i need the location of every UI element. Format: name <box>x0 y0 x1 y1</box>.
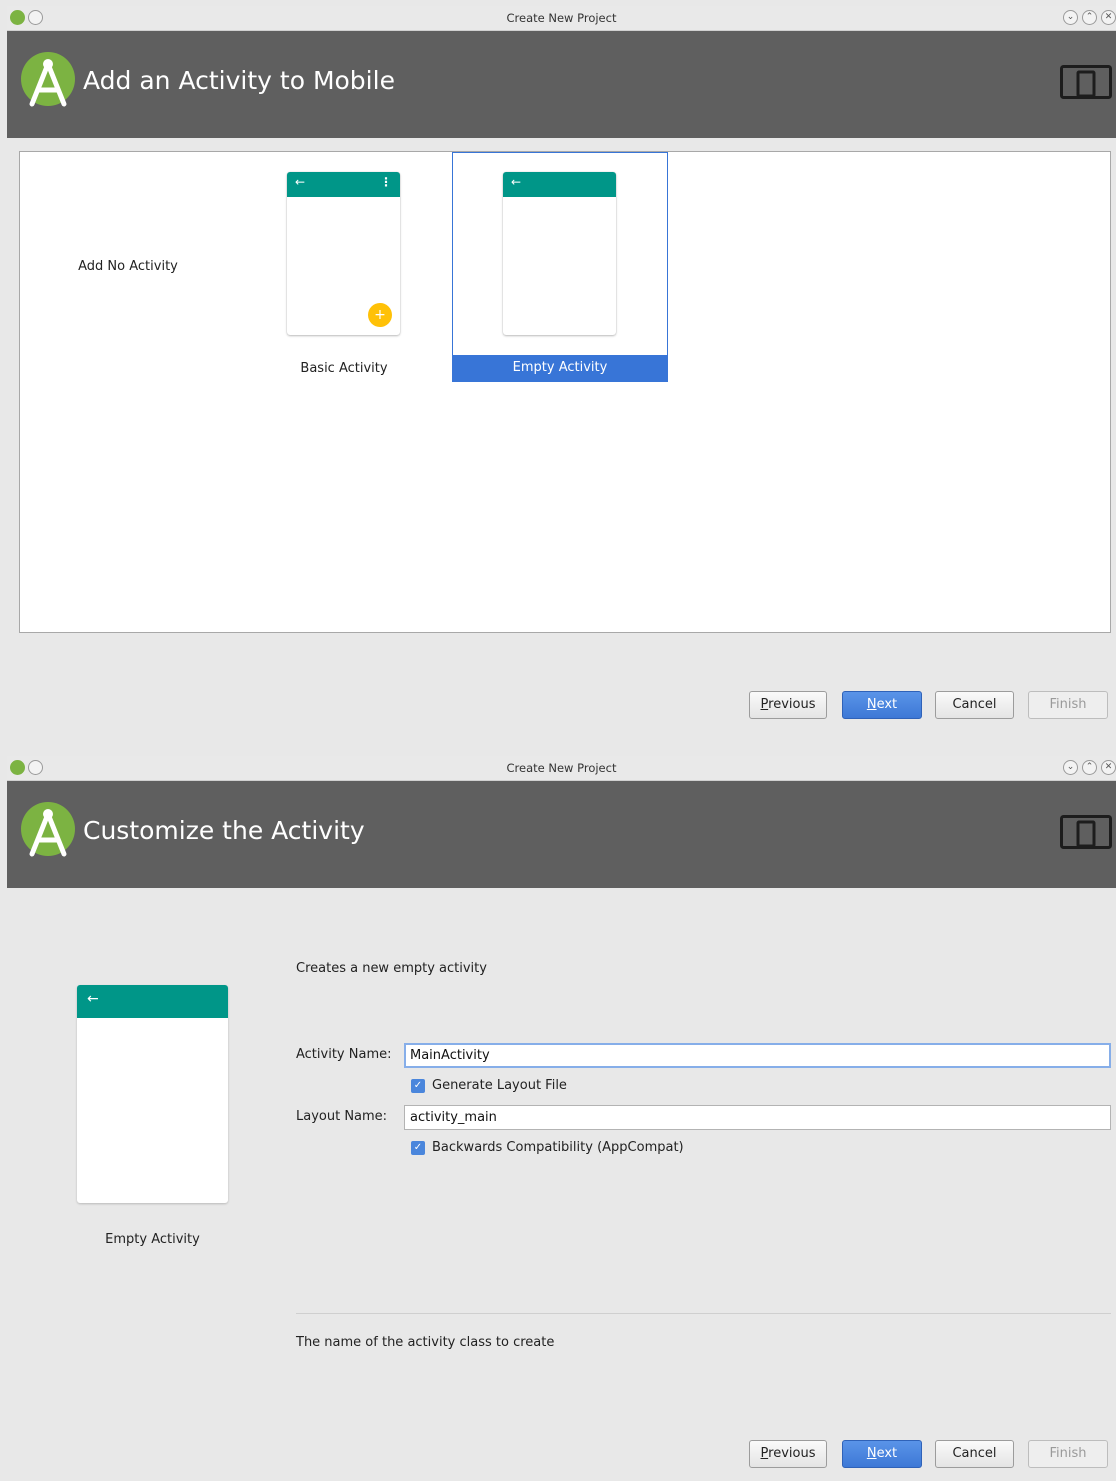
button-label: ext <box>876 1446 898 1461</box>
back-arrow-icon: ← <box>511 175 522 189</box>
window-title: Create New Project <box>506 761 617 775</box>
android-studio-logo-icon <box>21 52 75 107</box>
divider <box>296 1313 1111 1314</box>
mobile-device-icon <box>1060 815 1112 849</box>
thumbnail-app-bar: ← <box>77 985 228 1018</box>
checkbox-label: Generate Layout File <box>432 1078 567 1093</box>
title-bar-right-controls: ⌄ ⌃ ✕ <box>1063 10 1116 25</box>
mobile-device-icon <box>1060 65 1112 99</box>
activity-preview-thumbnail: ← <box>77 985 228 1203</box>
previous-button[interactable]: Previous <box>749 691 827 719</box>
backwards-compatibility-checkbox[interactable]: ✓ Backwards Compatibility (AppCompat) <box>411 1140 684 1155</box>
wizard-header-banner: Customize the Activity <box>7 781 1116 888</box>
next-button[interactable]: Next <box>842 691 922 719</box>
thumbnail-app-bar: ← <box>503 172 616 197</box>
template-label: Basic Activity <box>300 361 388 376</box>
activity-name-label: Activity Name: <box>296 1047 392 1062</box>
cancel-button[interactable]: Cancel <box>935 1440 1014 1468</box>
preview-label: Empty Activity <box>105 1232 200 1247</box>
mnemonic: N <box>866 697 877 712</box>
checkbox-label: Backwards Compatibility (AppCompat) <box>432 1140 684 1155</box>
title-bar-right-controls: ⌄ ⌃ ✕ <box>1063 760 1116 775</box>
layout-name-input[interactable] <box>404 1105 1111 1130</box>
field-help-text: The name of the activity class to create <box>296 1335 555 1350</box>
title-bar: Create New Project ⌄ ⌃ ✕ <box>7 756 1116 781</box>
close-icon[interactable]: ✕ <box>1101 10 1116 25</box>
template-tile-add-no-activity[interactable]: Add No Activity <box>21 153 235 381</box>
create-project-window-customize-activity: Create New Project ⌄ ⌃ ✕ Customize the A… <box>7 756 1116 1481</box>
maximize-icon[interactable]: ⌃ <box>1082 10 1097 25</box>
maximize-icon[interactable]: ⌃ <box>1082 760 1097 775</box>
button-label: revious <box>768 1446 816 1461</box>
template-label: Add No Activity <box>78 259 178 274</box>
template-tile-empty-activity[interactable]: ← Empty Activity <box>452 152 668 382</box>
finish-button: Finish <box>1028 691 1108 719</box>
cancel-button[interactable]: Cancel <box>935 691 1014 719</box>
button-label: ext <box>876 697 898 712</box>
finish-button: Finish <box>1028 1440 1108 1468</box>
mnemonic: P <box>760 1446 769 1461</box>
basic-activity-thumbnail: ← ⋮ + <box>287 172 400 335</box>
activity-name-input[interactable] <box>404 1043 1111 1068</box>
empty-activity-thumbnail: ← <box>503 172 616 335</box>
template-label: Empty Activity <box>453 355 667 381</box>
layout-name-label: Layout Name: <box>296 1109 388 1124</box>
android-studio-logo-icon <box>21 802 75 857</box>
minimize-icon[interactable]: ⌄ <box>1063 760 1078 775</box>
next-button[interactable]: Next <box>842 1440 922 1468</box>
page-title: Add an Activity to Mobile <box>83 66 395 95</box>
wizard-header-banner: Add an Activity to Mobile <box>7 31 1116 138</box>
mnemonic: P <box>760 697 769 712</box>
back-arrow-icon: ← <box>295 175 306 189</box>
previous-button[interactable]: Previous <box>749 1440 827 1468</box>
checkbox-checked-icon: ✓ <box>411 1140 425 1155</box>
close-icon[interactable]: ✕ <box>1101 760 1116 775</box>
window-title: Create New Project <box>506 11 617 25</box>
page-title: Customize the Activity <box>83 816 365 845</box>
checkbox-checked-icon: ✓ <box>411 1078 425 1093</box>
back-arrow-icon: ← <box>87 991 99 1007</box>
fab-plus-icon: + <box>368 303 392 327</box>
minimize-icon[interactable]: ⌄ <box>1063 10 1078 25</box>
create-project-window-activity-gallery: Create New Project ⌄ ⌃ ✕ Add an Activity… <box>7 6 1116 736</box>
template-tile-basic-activity[interactable]: ← ⋮ + Basic Activity <box>236 153 452 381</box>
mnemonic: N <box>866 1446 877 1461</box>
activity-template-gallery: Add No Activity ← ⋮ + Basic Activity ← E… <box>19 151 1111 633</box>
overflow-menu-icon: ⋮ <box>380 175 392 189</box>
title-bar: Create New Project ⌄ ⌃ ✕ <box>7 6 1116 31</box>
button-label: revious <box>768 697 816 712</box>
activity-description: Creates a new empty activity <box>296 961 487 976</box>
generate-layout-file-checkbox[interactable]: ✓ Generate Layout File <box>411 1078 567 1093</box>
thumbnail-app-bar: ← ⋮ <box>287 172 400 197</box>
